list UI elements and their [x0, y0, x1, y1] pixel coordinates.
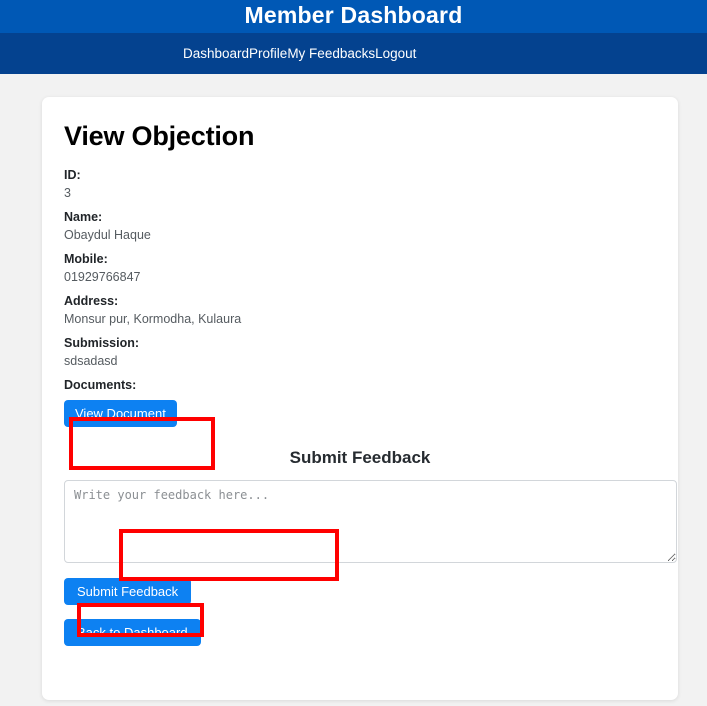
field-label-address: Address: — [64, 294, 119, 308]
field-value-name: Obaydul Haque — [64, 228, 151, 242]
field-label-documents: Documents: — [64, 378, 137, 392]
field-submission: Submission: sdsadasd — [64, 336, 656, 369]
field-label-mobile: Mobile: — [64, 252, 108, 266]
field-name: Name: Obaydul Haque — [64, 210, 656, 243]
content-card: View Objection ID: 3 Name: Obaydul Haque… — [42, 97, 678, 700]
view-document-button[interactable]: View Document — [64, 400, 177, 427]
nav-item-profile[interactable]: Profile — [249, 46, 287, 61]
field-value-mobile: 01929766847 — [64, 270, 141, 284]
field-documents: Documents: View Document — [64, 378, 656, 427]
page-title: View Objection — [64, 121, 255, 151]
feedback-heading: Submit Feedback — [289, 448, 431, 467]
app-title: Member Dashboard — [244, 1, 463, 28]
field-mobile: Mobile: 01929766847 — [64, 252, 656, 285]
field-address: Address: Monsur pur, Kormodha, Kulaura — [64, 294, 656, 327]
nav-item-my-feedbacks[interactable]: My Feedbacks — [287, 46, 375, 61]
main-navigation: Dashboard Profile My Feedbacks Logout — [0, 33, 707, 74]
nav-item-dashboard[interactable]: Dashboard — [183, 46, 249, 61]
nav-item-logout[interactable]: Logout — [375, 46, 416, 61]
field-id: ID: 3 — [64, 168, 656, 201]
field-value-address: Monsur pur, Kormodha, Kulaura — [64, 312, 242, 326]
feedback-textarea[interactable] — [64, 480, 677, 563]
back-to-dashboard-button[interactable]: Back to Dashboard — [64, 619, 201, 646]
field-label-id: ID: — [64, 168, 81, 182]
app-banner: Member Dashboard — [0, 0, 707, 33]
field-value-submission: sdsadasd — [64, 354, 118, 368]
field-label-submission: Submission: — [64, 336, 140, 350]
field-label-name: Name: — [64, 210, 103, 224]
submit-feedback-button[interactable]: Submit Feedback — [64, 578, 192, 605]
field-value-id: 3 — [64, 186, 71, 200]
